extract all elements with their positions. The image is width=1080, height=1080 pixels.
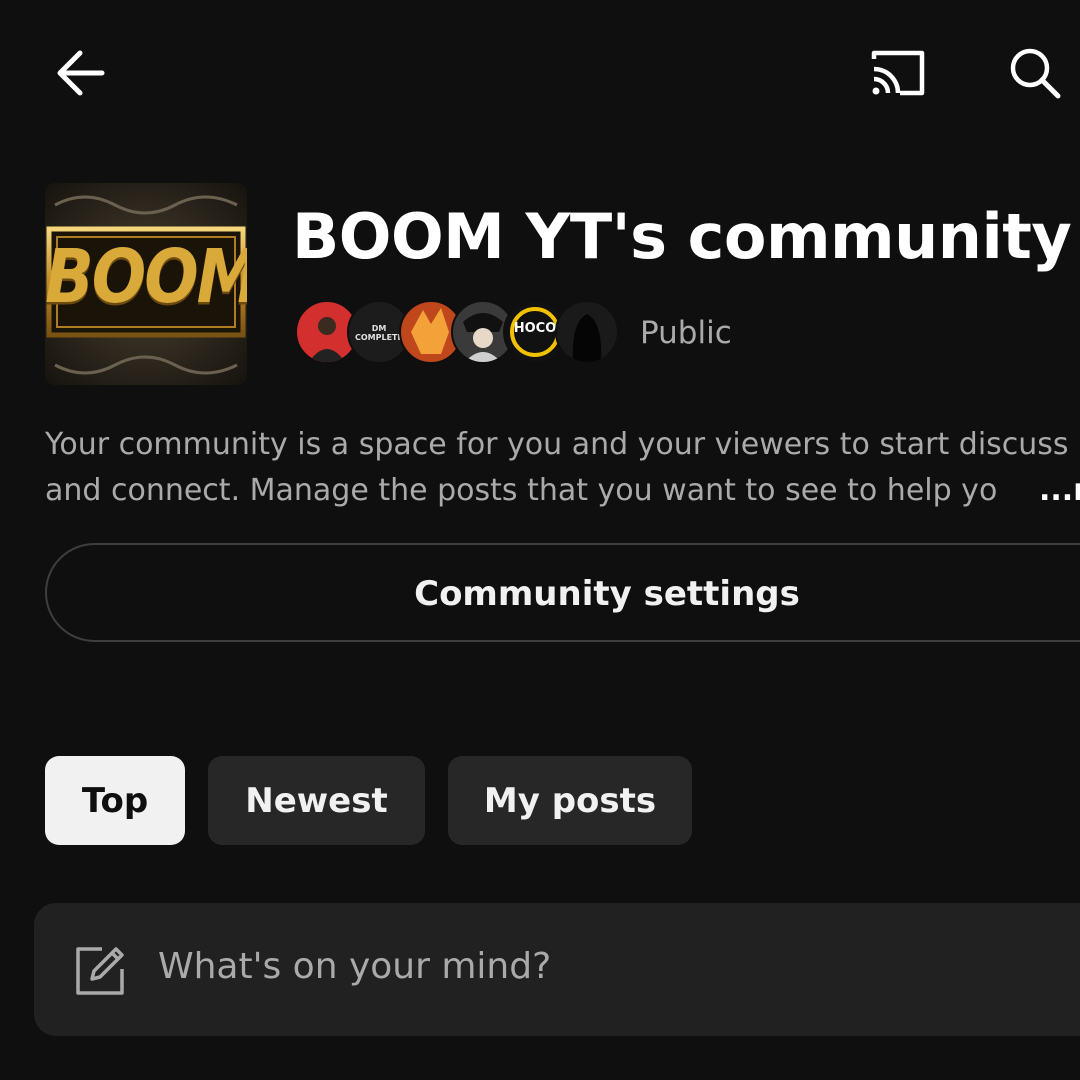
community-title: BOOM YT's community xyxy=(292,200,1072,273)
member-avatars[interactable]: DM COMPLETE HOCO xyxy=(295,300,625,364)
privacy-label: Public xyxy=(640,315,732,351)
chip-my-posts[interactable]: My posts xyxy=(448,756,692,845)
description-line-1: Your community is a space for you and yo… xyxy=(45,427,1069,462)
avatar-member-6 xyxy=(555,300,619,364)
community-settings-button[interactable]: Community settings xyxy=(45,543,1080,642)
chip-my-posts-label: My posts xyxy=(483,780,657,821)
cast-icon xyxy=(871,50,925,96)
chip-top[interactable]: Top xyxy=(45,756,185,845)
cast-button[interactable] xyxy=(858,38,938,108)
chip-top-label: Top xyxy=(81,780,149,821)
more-link[interactable]: ...m xyxy=(1033,468,1080,514)
back-button[interactable] xyxy=(40,35,120,110)
search-button[interactable] xyxy=(995,38,1075,108)
top-app-bar xyxy=(0,0,1080,140)
chip-newest-label: Newest xyxy=(245,780,388,821)
community-logo: BOOM xyxy=(45,183,247,385)
description-line-2: and connect. Manage the posts that you w… xyxy=(45,473,998,508)
community-screen: BOOM BOOM YT's community DM COMPLETE HOC… xyxy=(0,0,1080,1080)
search-icon xyxy=(1010,48,1061,99)
arrow-left-icon xyxy=(57,50,105,95)
logo-text: BOOM xyxy=(45,235,247,321)
composer-placeholder: What's on your mind? xyxy=(158,946,552,987)
chip-newest[interactable]: Newest xyxy=(208,756,425,845)
community-description: Your community is a space for you and yo… xyxy=(45,422,1080,514)
post-composer[interactable]: What's on your mind? xyxy=(34,903,1080,1036)
edit-icon xyxy=(76,947,124,995)
community-settings-label: Community settings xyxy=(414,574,800,614)
